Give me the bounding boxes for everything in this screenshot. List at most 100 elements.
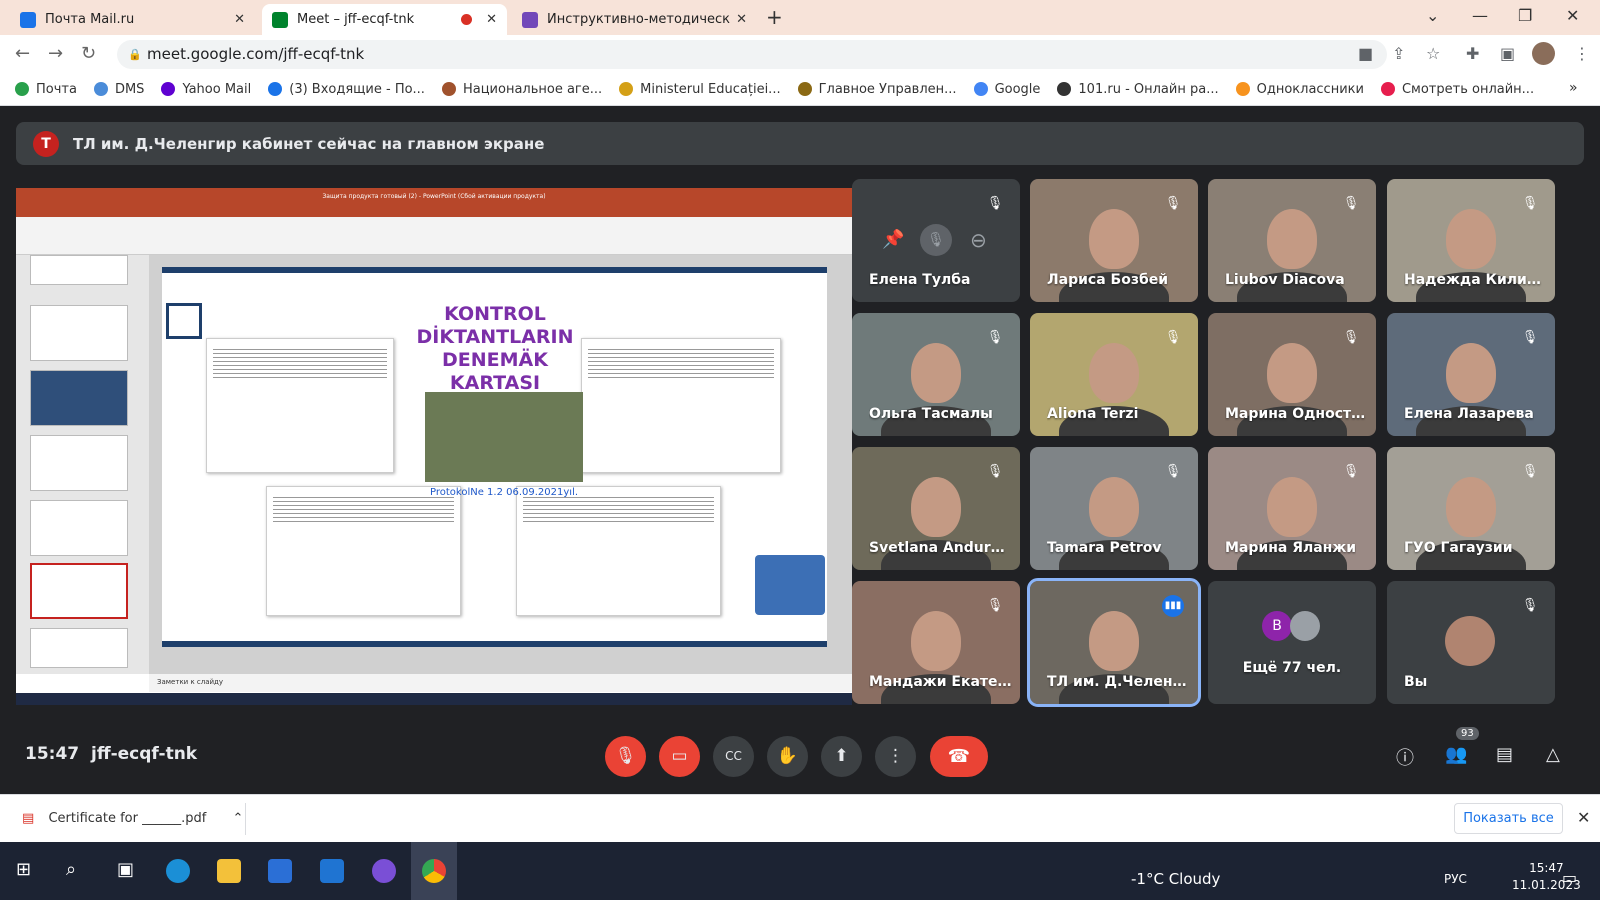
raise-hand-button[interactable]: ✋ <box>767 736 808 777</box>
mic-off-button[interactable]: 🎙 <box>605 736 646 777</box>
bookmark-favicon-icon <box>93 82 108 96</box>
participant-tile[interactable]: Aliona Terzi 🎙 <box>1030 313 1198 436</box>
extensions-icon[interactable]: ✚ <box>1466 44 1479 63</box>
maximize-button[interactable]: ❐ <box>1518 6 1532 25</box>
bookmark-item[interactable]: Ministerul Educației... <box>619 81 781 97</box>
address-bar[interactable]: 🔒 meet.google.com/jff-ecqf-tnk <box>117 40 1387 69</box>
file-explorer-icon[interactable] <box>217 859 241 883</box>
task-view-icon[interactable]: ▣ <box>117 859 134 880</box>
mic-muted-icon: 🎙 <box>1164 196 1182 211</box>
participant-tile[interactable]: 📌 🎙 ⊖ Елена Тулба 🎙 <box>852 179 1020 302</box>
menu-icon[interactable]: ⋮ <box>1574 44 1590 63</box>
bookmark-item[interactable]: Национальное аге... <box>441 81 603 97</box>
participant-tile[interactable]: Марина Односта... 🎙 <box>1208 313 1376 436</box>
bookmark-label: Национальное аге... <box>462 81 603 97</box>
remove-participant-icon[interactable]: ⊖ <box>970 228 987 252</box>
participant-video <box>1446 343 1496 403</box>
bookmark-item[interactable]: (3) Входящие - По... <box>268 82 425 97</box>
participant-tile[interactable]: Марина Яланжи 🎙 <box>1208 447 1376 570</box>
meeting-info-icon[interactable]: ⓘ <box>1396 744 1414 770</box>
mail-app-icon[interactable] <box>320 859 344 883</box>
bookmark-item[interactable]: DMS <box>93 82 144 97</box>
more-options-button[interactable]: ⋮ <box>875 736 916 777</box>
participant-tile[interactable]: B Ещё 77 чел. <box>1208 581 1376 704</box>
viber-icon[interactable] <box>372 859 396 883</box>
new-tab-button[interactable]: + <box>766 5 783 29</box>
participant-name: ГУО Гагаузии <box>1404 540 1513 556</box>
store-icon[interactable] <box>268 859 292 883</box>
sidepanel-icon[interactable]: ▣ <box>1500 44 1515 63</box>
tab-meet[interactable]: Meet – jff-ecqf-tnk ✕ <box>262 4 507 35</box>
bookmark-item[interactable]: Почта <box>15 82 77 97</box>
bookmark-item[interactable]: Смотреть онлайн... <box>1380 82 1534 97</box>
participant-name: Вы <box>1404 674 1428 690</box>
present-button[interactable]: ⬆ <box>821 736 862 777</box>
search-icon[interactable]: ⌕ <box>66 859 76 880</box>
participant-name: Марина Яланжи <box>1225 540 1357 556</box>
chevron-up-icon[interactable]: ⌃ <box>232 811 243 826</box>
download-bar: ▤ Certificate for ______.pdf ⌃ Показать … <box>0 794 1600 842</box>
chat-icon[interactable]: ▤ <box>1496 744 1513 765</box>
mic-muted-icon: 🎙 <box>1521 598 1539 613</box>
participant-tile[interactable]: Надежда Килим... 🎙 <box>1387 179 1555 302</box>
tab-mail[interactable]: Почта Mail.ru ✕ <box>10 4 255 35</box>
participant-tile[interactable]: Tamara Petrov 🎙 <box>1030 447 1198 570</box>
remote-taskbar <box>16 693 852 705</box>
back-icon[interactable]: ← <box>15 43 30 64</box>
bookmark-item[interactable]: Одноклассники <box>1235 82 1364 97</box>
participant-tile[interactable]: ГУО Гагаузии 🎙 <box>1387 447 1555 570</box>
bookmark-item[interactable]: Главное Управлен... <box>797 82 957 97</box>
bookmark-label: Ministerul Educației... <box>640 81 781 97</box>
people-count-badge: 93 <box>1456 727 1479 740</box>
notifications-icon[interactable]: ▭ <box>1562 868 1577 887</box>
mute-participant-icon[interactable]: 🎙 <box>920 224 952 256</box>
weather-widget[interactable]: -1°C Cloudy <box>1131 870 1220 888</box>
bookmark-item[interactable]: Yahoo Mail <box>161 82 251 97</box>
forward-icon[interactable]: → <box>48 43 63 64</box>
speaking-icon: ▮▮▮ <box>1162 595 1184 617</box>
participant-tile[interactable]: Елена Лазарева 🎙 <box>1387 313 1555 436</box>
captions-button[interactable]: CC <box>713 736 754 777</box>
close-icon[interactable]: ✕ <box>234 12 245 27</box>
close-icon[interactable]: ✕ <box>486 12 497 27</box>
participant-tile[interactable]: Мандажи Екатер... 🎙 <box>852 581 1020 704</box>
close-window-button[interactable]: ✕ <box>1566 6 1579 25</box>
activities-icon[interactable]: △ <box>1546 744 1560 765</box>
document-image <box>516 486 721 616</box>
participant-tile[interactable]: Вы 🎙 <box>1387 581 1555 704</box>
language-indicator[interactable]: РУС <box>1444 872 1467 886</box>
more-bookmarks-icon[interactable]: » <box>1569 80 1578 96</box>
participant-video <box>1089 611 1139 671</box>
leave-call-button[interactable]: ☎ <box>930 736 988 777</box>
minimize-button[interactable]: — <box>1472 6 1488 25</box>
participant-tile[interactable]: Ольга Тасмалы 🎙 <box>852 313 1020 436</box>
participant-tile[interactable]: ТЛ им. Д.Челенг... ▮▮▮ <box>1027 578 1201 707</box>
bookmark-item[interactable]: Google <box>973 82 1040 97</box>
profile-avatar[interactable] <box>1532 42 1555 65</box>
mic-muted-icon: 🎙 <box>1342 196 1360 211</box>
chrome-icon[interactable] <box>422 859 446 883</box>
bookmark-item[interactable]: 101.ru - Онлайн ра... <box>1057 82 1219 97</box>
tab-search-icon[interactable]: ⌄ <box>1426 6 1439 25</box>
download-item[interactable]: ▤ Certificate for ______.pdf ⌃ <box>22 811 243 826</box>
participant-tile[interactable]: Svetlana Andurova 🎙 <box>852 447 1020 570</box>
start-icon[interactable]: ⊞ <box>16 859 31 880</box>
tab-forms[interactable]: Инструктивно-методический се ✕ <box>512 4 757 35</box>
reload-icon[interactable]: ↻ <box>81 43 96 64</box>
people-icon[interactable]: 👥 <box>1445 744 1467 765</box>
participant-tile[interactable]: Лариса Бозбей 🎙 <box>1030 179 1198 302</box>
show-all-button[interactable]: Показать все <box>1454 803 1563 834</box>
edge-icon[interactable] <box>166 859 190 883</box>
close-icon[interactable]: ✕ <box>1577 808 1590 827</box>
camera-icon[interactable]: ■ <box>1358 44 1373 63</box>
presenting-banner: Т ТЛ им. Д.Челенгир кабинет сейчас на гл… <box>16 122 1584 165</box>
meeting-clock: 15:47 <box>25 744 80 764</box>
bookmark-label: (3) Входящие - По... <box>289 81 425 97</box>
participant-tile[interactable]: Liubov Diacova 🎙 <box>1208 179 1376 302</box>
camera-off-button[interactable]: ▭ <box>659 736 700 777</box>
pin-icon[interactable]: 📌 <box>882 229 904 250</box>
share-icon[interactable]: ⇪ <box>1392 44 1405 63</box>
bookmark-star-icon[interactable]: ☆ <box>1426 44 1440 63</box>
close-icon[interactable]: ✕ <box>736 12 747 27</box>
mic-muted-icon: 🎙 <box>986 196 1004 211</box>
